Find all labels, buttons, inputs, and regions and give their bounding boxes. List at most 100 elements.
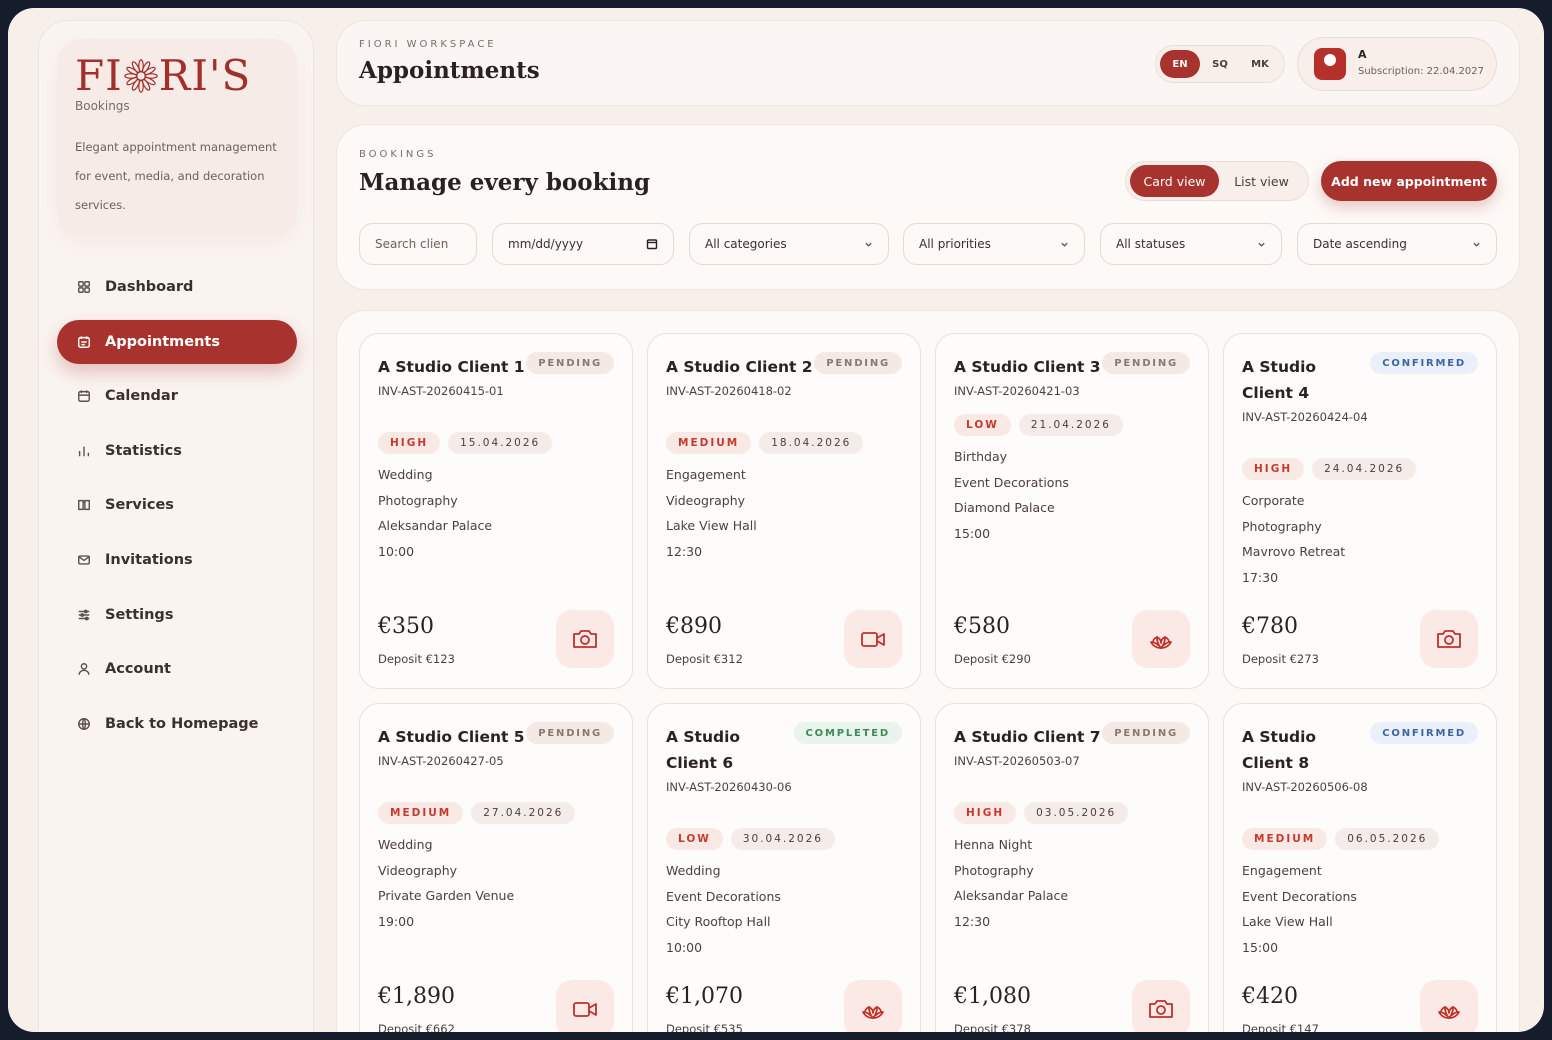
priority-badge: HIGH bbox=[954, 802, 1017, 824]
service-icon-button[interactable] bbox=[844, 610, 902, 668]
service-icon-button[interactable] bbox=[1420, 980, 1478, 1032]
venue: Aleksandar Palace bbox=[378, 518, 493, 533]
event-type: Wedding bbox=[378, 467, 433, 482]
venue: Diamond Palace bbox=[954, 500, 1055, 515]
price: €1,080 bbox=[954, 984, 1031, 1009]
language-mk-button[interactable]: MK bbox=[1240, 50, 1280, 78]
flower-logo-icon bbox=[123, 59, 158, 93]
service-icon-button[interactable] bbox=[1420, 610, 1478, 668]
brand-card: FI RI'S Bookings Elegant appointment man… bbox=[57, 39, 297, 235]
appointment-card[interactable]: A Studio Client 3 PENDING INV-AST-20260421… bbox=[935, 333, 1209, 689]
video-icon bbox=[573, 1002, 597, 1017]
lotus-icon bbox=[862, 1006, 884, 1019]
status-badge: PENDING bbox=[526, 722, 614, 744]
appointment-card[interactable]: A Studio Client 1 PENDING INV-AST-20260415… bbox=[359, 333, 633, 689]
brand-description: Elegant appointment management for event… bbox=[75, 140, 277, 212]
date-badge: 18.04.2026 bbox=[759, 432, 864, 454]
sidebar-item-back-to-homepage[interactable]: Back to Homepage bbox=[57, 702, 297, 746]
priority-date-row: MEDIUM 06.05.2026 bbox=[1242, 828, 1440, 850]
mail-icon bbox=[78, 555, 90, 565]
sidebar-item-label: Invitations bbox=[105, 551, 193, 568]
sidebar-item-dashboard[interactable]: Dashboard bbox=[57, 265, 297, 309]
service-icon-button[interactable] bbox=[556, 980, 614, 1032]
event-type: Birthday bbox=[954, 449, 1008, 464]
search-placeholder: Search clien bbox=[375, 237, 449, 251]
language-en-button[interactable]: EN bbox=[1160, 50, 1200, 78]
sidebar-item-calendar[interactable]: Calendar bbox=[57, 374, 297, 418]
dashboard-icon bbox=[78, 281, 90, 293]
sidebar-item-invitations[interactable]: Invitations bbox=[57, 538, 297, 582]
priority-select[interactable]: All priorities bbox=[903, 223, 1085, 265]
date-placeholder: mm/dd/yyyy bbox=[508, 237, 584, 251]
chevron-down-icon bbox=[1258, 242, 1265, 247]
search-input[interactable]: Search clien bbox=[359, 223, 477, 265]
priority-badge: MEDIUM bbox=[1242, 828, 1328, 850]
service-icon-button[interactable] bbox=[1132, 980, 1190, 1032]
sidebar-item-settings[interactable]: Settings bbox=[57, 593, 297, 637]
invoice-number: INV-AST-20260421-03 bbox=[954, 384, 1080, 398]
add-appointment-button[interactable]: Add new appointment bbox=[1321, 161, 1497, 201]
appointment-card[interactable]: A Studio Client 8 CONFIRMED INV-AST-202605… bbox=[1223, 703, 1497, 1032]
service-icon-button[interactable] bbox=[556, 610, 614, 668]
service-icon-button[interactable] bbox=[844, 980, 902, 1032]
sidebar-item-label: Dashboard bbox=[105, 279, 194, 295]
appointment-details: Wedding Photography Aleksandar Palace 10:00 bbox=[378, 462, 492, 564]
invoice-number: INV-AST-20260424-04 bbox=[1242, 410, 1368, 424]
sort-value: Date ascending bbox=[1313, 237, 1407, 251]
bar-chart-icon bbox=[78, 446, 90, 457]
app-window: FI RI'S Bookings Elegant appointment man… bbox=[8, 8, 1544, 1032]
appointment-card[interactable]: A Studio Client 6 COMPLETED INV-AST-202604… bbox=[647, 703, 921, 1032]
client-name: A Studio Client 4 bbox=[1242, 358, 1317, 402]
price: €890 bbox=[666, 614, 722, 639]
brand-logo[interactable]: FI RI'S bbox=[75, 53, 251, 99]
invoice-number: INV-AST-20260503-07 bbox=[954, 754, 1080, 768]
invoice-number: INV-AST-20260506-08 bbox=[1242, 780, 1368, 794]
sidebar-item-services[interactable]: Services bbox=[57, 483, 297, 527]
calendar-icon bbox=[646, 239, 658, 250]
venue: Aleksandar Palace bbox=[954, 888, 1069, 903]
sort-select[interactable]: Date ascending bbox=[1297, 223, 1497, 265]
card-view-button[interactable]: Card view bbox=[1130, 165, 1219, 197]
sidebar-item-label: Services bbox=[105, 497, 174, 514]
appointment-card[interactable]: A Studio Client 5 PENDING INV-AST-20260427… bbox=[359, 703, 633, 1032]
list-view-button[interactable]: List view bbox=[1219, 165, 1304, 197]
sidebar-item-appointments[interactable]: Appointments bbox=[57, 319, 297, 364]
sidebar-item-label: Statistics bbox=[105, 442, 182, 459]
appointment-card[interactable]: A Studio Client 2 PENDING INV-AST-20260418… bbox=[647, 333, 921, 689]
appointment-details: Henna Night Photography Aleksandar Palace 1… bbox=[954, 832, 1068, 934]
category-select[interactable]: All categories bbox=[689, 223, 889, 265]
sidebar-item-statistics[interactable]: Statistics bbox=[57, 429, 297, 473]
date-badge: 06.05.2026 bbox=[1335, 828, 1440, 850]
service-icon-button[interactable] bbox=[1132, 610, 1190, 668]
priority-badge: MEDIUM bbox=[666, 432, 752, 454]
status-select[interactable]: All statuses bbox=[1100, 223, 1282, 265]
chevron-down-icon bbox=[865, 242, 872, 247]
service-type: Photography bbox=[1242, 518, 1322, 534]
user-menu[interactable]: A Subscription: 22.04.2027 bbox=[1297, 37, 1497, 91]
appointments-grid: A Studio Client 1 PENDING INV-AST-20260415… bbox=[336, 310, 1520, 1032]
client-name: A Studio Client 3 bbox=[954, 358, 1101, 376]
appointment-card[interactable]: A Studio Client 4 CONFIRMED INV-AST-202604… bbox=[1223, 333, 1497, 689]
date-badge: 30.04.2026 bbox=[730, 828, 835, 850]
appointment-card[interactable]: A Studio Client 7 PENDING INV-AST-20260503… bbox=[935, 703, 1209, 1032]
date-input[interactable]: mm/dd/yyyy bbox=[492, 223, 674, 265]
client-name: A Studio Client 1 bbox=[378, 358, 525, 376]
priority-badge: LOW bbox=[666, 828, 723, 850]
sidebar-item-label: Appointments bbox=[105, 333, 220, 350]
sidebar-nav: Dashboard Appointments Calendar Statisti… bbox=[57, 265, 297, 756]
appointment-details: Birthday Event Decorations Diamond Palace 1… bbox=[954, 444, 1069, 546]
time: 15:00 bbox=[1242, 939, 1279, 955]
client-name: A Studio Client 2 bbox=[666, 358, 813, 376]
user-icon bbox=[78, 663, 90, 675]
deposit: Deposit €147 bbox=[1242, 1022, 1319, 1032]
camera-icon bbox=[1149, 1000, 1173, 1018]
service-type: Photography bbox=[954, 862, 1034, 878]
top-bar: FIORI WORKSPACE Appointments EN SQ MK A … bbox=[336, 20, 1520, 106]
time: 19:00 bbox=[378, 913, 415, 929]
event-type: Engagement bbox=[1242, 863, 1322, 878]
sidebar-item-account[interactable]: Account bbox=[57, 647, 297, 691]
time: 15:00 bbox=[954, 525, 991, 541]
appointment-details: Wedding Videography Private Garden Venue 19… bbox=[378, 832, 514, 934]
language-sq-button[interactable]: SQ bbox=[1200, 50, 1240, 78]
book-icon bbox=[78, 500, 90, 511]
